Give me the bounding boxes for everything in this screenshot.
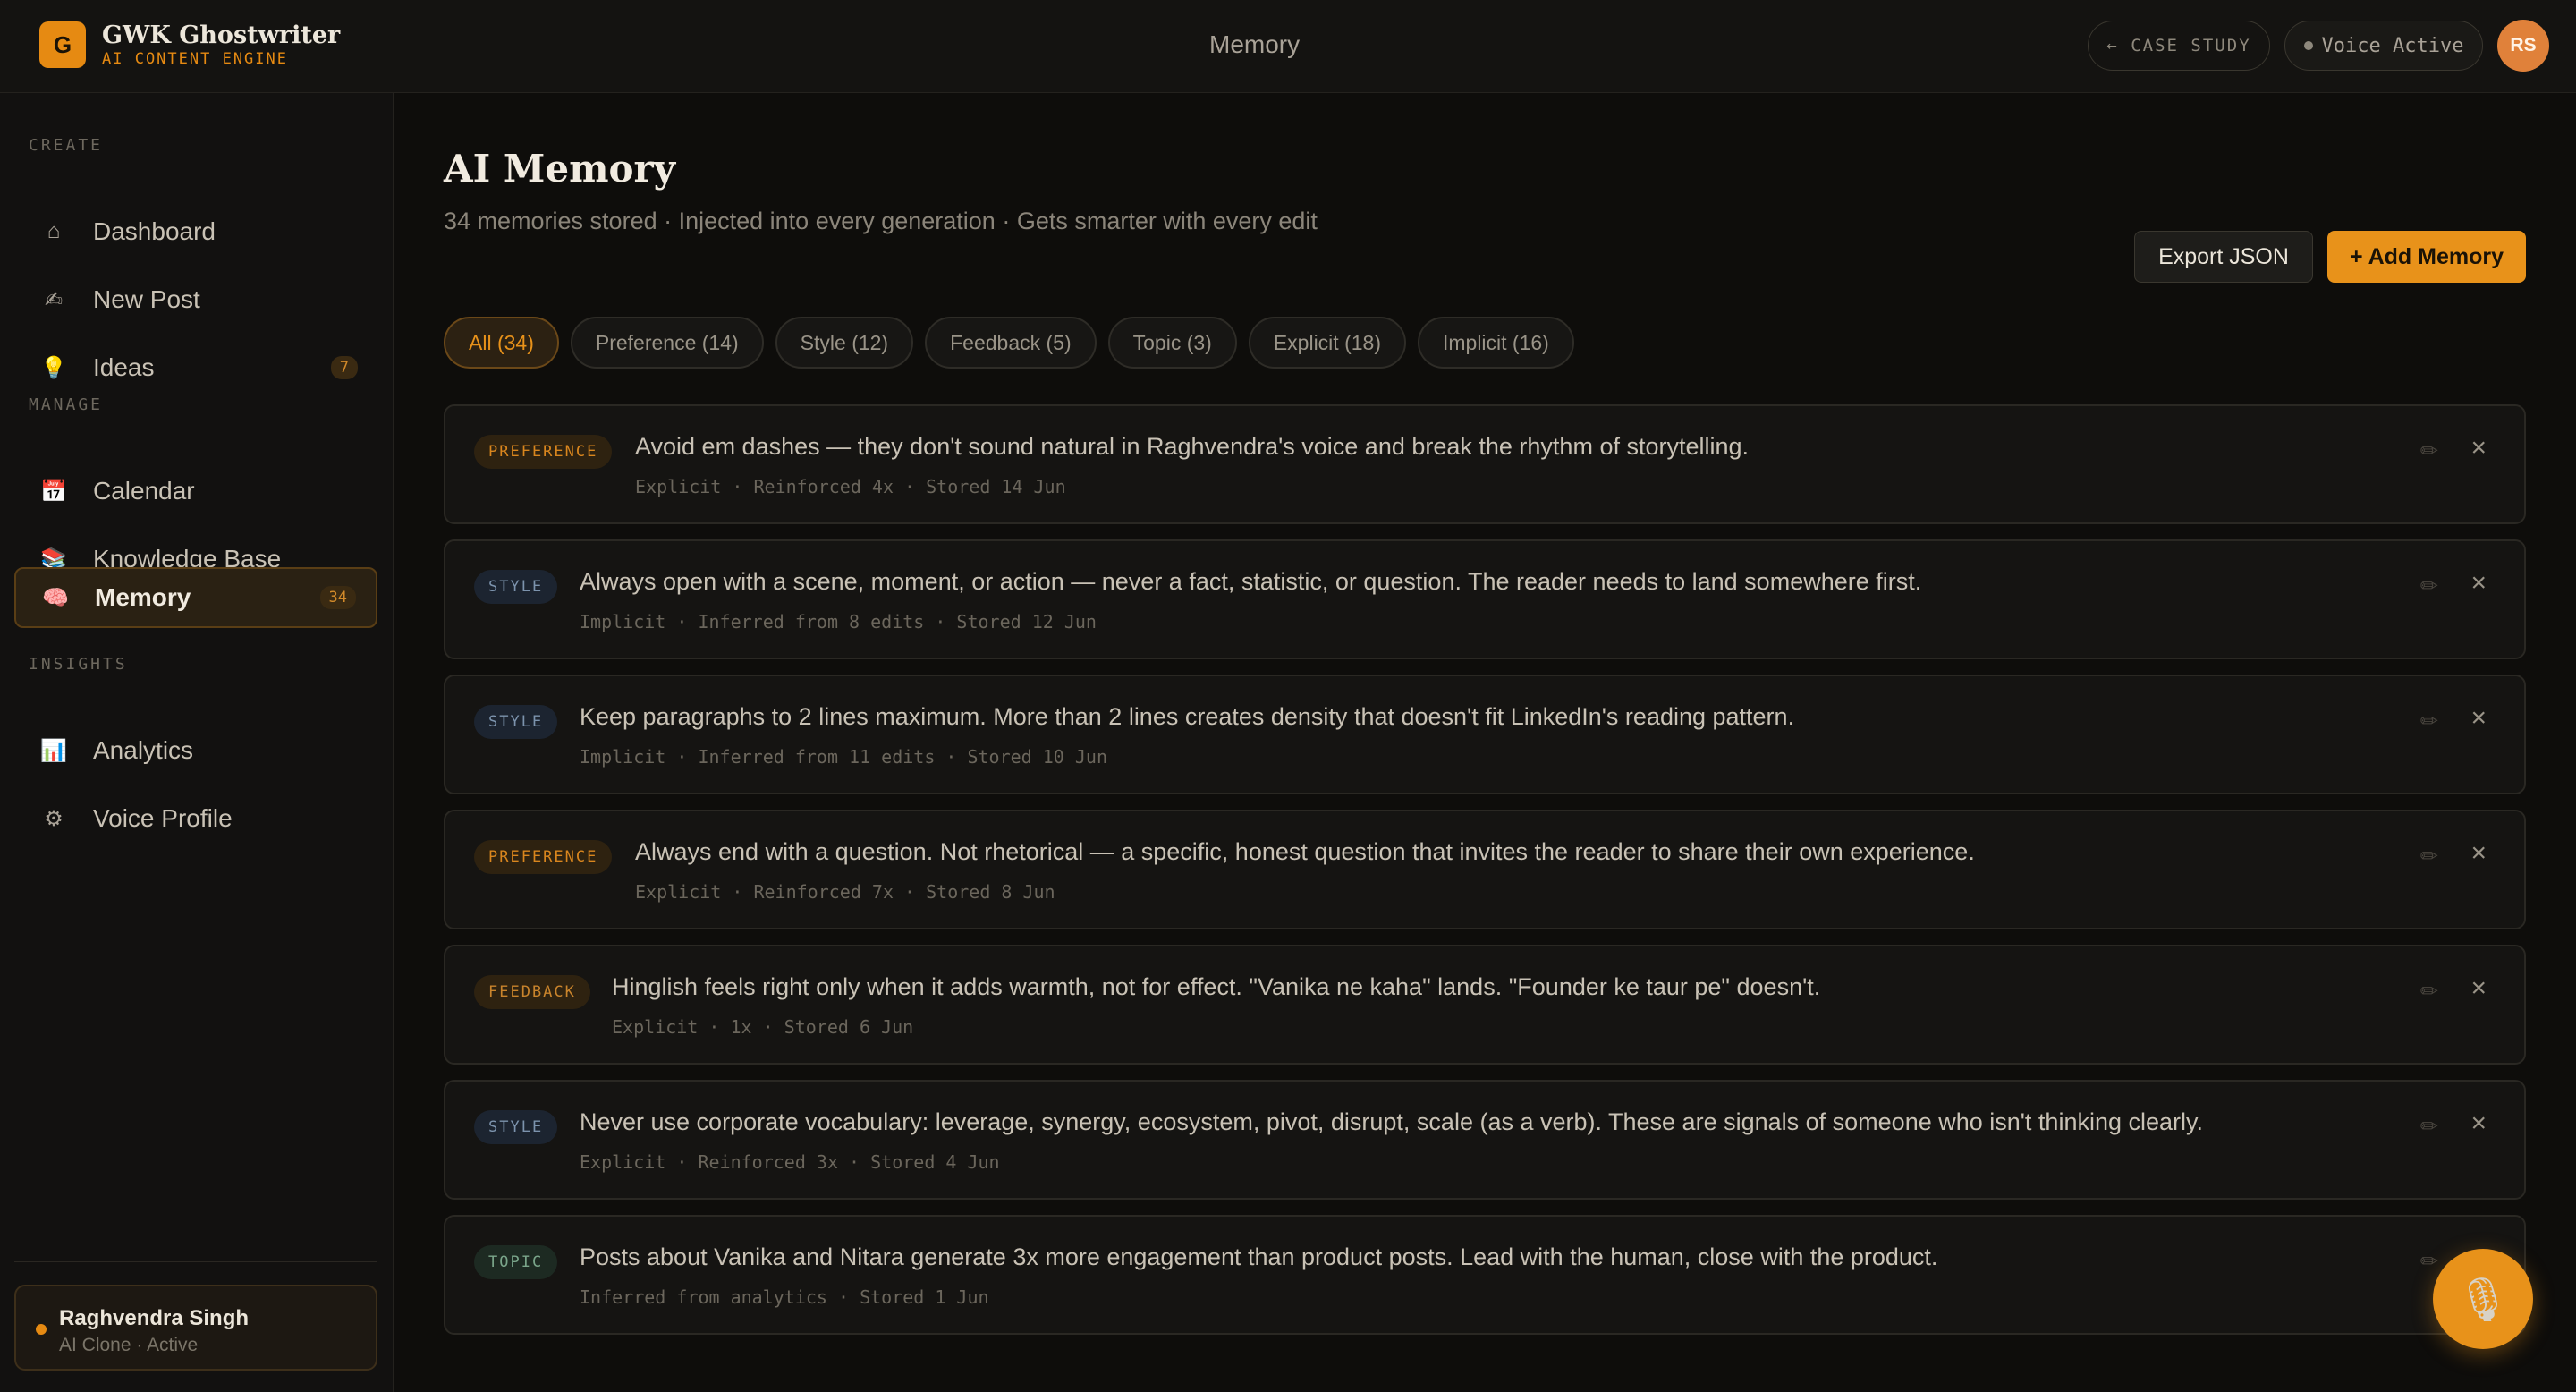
delete-close-icon[interactable]: × xyxy=(2470,838,2487,869)
filter-chip-topic[interactable]: Topic (3) xyxy=(1107,317,1237,369)
brain-icon: 🧠 xyxy=(42,585,69,610)
memory-meta: Implicit · Inferred from 8 edits · Store… xyxy=(580,611,1097,632)
memory-text: Hinglish feels right only when it adds w… xyxy=(612,973,1821,1000)
section-label-insights: INSIGHTS xyxy=(29,655,128,674)
edit-pencil-icon[interactable]: ✏ xyxy=(2420,1249,2438,1275)
filter-chip-explicit[interactable]: Explicit (18) xyxy=(1248,317,1406,369)
delete-close-icon[interactable]: × xyxy=(2470,568,2487,598)
memory-card[interactable]: FEEDBACK Hinglish feels right only when … xyxy=(444,945,2526,1065)
edit-pencil-icon[interactable]: ✏ xyxy=(2420,844,2438,870)
edit-pencil-icon[interactable]: ✏ xyxy=(2420,979,2438,1005)
filter-chip-preference[interactable]: Preference (14) xyxy=(570,317,764,369)
sidebar-item-dashboard[interactable]: ⌂ Dashboard xyxy=(14,202,377,261)
sidebar-item-label: New Post xyxy=(93,285,200,313)
app-logo[interactable]: G xyxy=(39,21,86,68)
add-memory-button[interactable]: + Add Memory xyxy=(2327,231,2526,283)
voice-mic-button[interactable]: 🎙 xyxy=(2433,1249,2533,1349)
memory-meta: Implicit · Inferred from 11 edits · Stor… xyxy=(580,746,1108,768)
filter-chip-feedback[interactable]: Feedback (5) xyxy=(925,317,1097,369)
memory-text: Always open with a scene, moment, or act… xyxy=(580,568,1922,595)
edit-pencil-icon[interactable]: ✏ xyxy=(2420,1114,2438,1140)
sidebar-item-calendar[interactable]: 📅 Calendar xyxy=(14,462,377,521)
filter-chip-implicit[interactable]: Implicit (16) xyxy=(1417,317,1574,369)
memory-card[interactable]: PREFERENCE Always end with a question. N… xyxy=(444,810,2526,929)
memory-card[interactable]: STYLE Keep paragraphs to 2 lines maximum… xyxy=(444,675,2526,794)
delete-close-icon[interactable]: × xyxy=(2470,703,2487,734)
divider xyxy=(14,1261,377,1262)
count-badge: 34 xyxy=(319,586,356,609)
page-title: AI Memory xyxy=(444,147,676,191)
page-header-title: Memory xyxy=(1209,30,1301,58)
delete-close-icon[interactable]: × xyxy=(2470,1108,2487,1139)
voice-status-pill[interactable]: Voice Active xyxy=(2284,21,2483,71)
memory-type-tag: TOPIC xyxy=(474,1245,558,1279)
memory-type-tag: STYLE xyxy=(474,570,558,604)
memory-text: Avoid em dashes — they don't sound natur… xyxy=(635,433,1750,460)
filter-chip-all[interactable]: All (34) xyxy=(444,317,559,369)
memory-card[interactable]: PREFERENCE Avoid em dashes — they don't … xyxy=(444,404,2526,524)
online-dot-icon xyxy=(36,1324,47,1335)
writing-hand-icon: ✍ xyxy=(44,287,64,312)
user-name: Raghvendra Singh xyxy=(59,1306,250,1330)
sidebar-item-ideas[interactable]: 💡 Ideas 7 xyxy=(14,338,377,397)
memory-meta: Explicit · 1x · Stored 6 Jun xyxy=(612,1016,914,1038)
delete-close-icon[interactable]: × xyxy=(2470,433,2487,463)
sidebar-item-label: Voice Profile xyxy=(93,804,233,832)
filter-chip-style[interactable]: Style (12) xyxy=(775,317,914,369)
memory-card[interactable]: STYLE Never use corporate vocabulary: le… xyxy=(444,1080,2526,1200)
app-name: GWK Ghostwriter xyxy=(102,21,341,49)
section-label-manage: MANAGE xyxy=(29,395,104,414)
memory-card[interactable]: STYLE Always open with a scene, moment, … xyxy=(444,539,2526,659)
sidebar-item-label: Memory xyxy=(95,583,191,611)
memory-card[interactable]: TOPIC Posts about Vanika and Nitara gene… xyxy=(444,1215,2526,1335)
sidebar: CREATE ⌂ Dashboard ✍ New Post 💡 Ideas 7 … xyxy=(0,93,394,1392)
memory-text: Posts about Vanika and Nitara generate 3… xyxy=(580,1243,1938,1270)
edit-pencil-icon[interactable]: ✏ xyxy=(2420,438,2438,464)
user-status: AI Clone · Active xyxy=(59,1335,199,1355)
memory-meta: Explicit · Reinforced 3x · Stored 4 Jun xyxy=(580,1151,1000,1173)
memory-text: Always end with a question. Not rhetoric… xyxy=(635,838,1975,865)
page-subtitle: 34 memories stored · Injected into every… xyxy=(444,208,1318,234)
sidebar-item-label: Dashboard xyxy=(93,217,216,245)
memory-type-tag: FEEDBACK xyxy=(474,975,590,1009)
count-badge: 7 xyxy=(330,356,358,379)
home-icon: ⌂ xyxy=(47,219,61,243)
edit-pencil-icon[interactable]: ✏ xyxy=(2420,709,2438,734)
delete-close-icon[interactable]: × xyxy=(2470,973,2487,1004)
filter-bar: All (34) Preference (14) Style (12) Feed… xyxy=(444,317,1574,369)
export-json-button[interactable]: Export JSON xyxy=(2134,231,2313,283)
sidebar-item-label: Ideas xyxy=(93,353,155,381)
status-dot-icon xyxy=(2303,41,2313,50)
avatar[interactable]: RS xyxy=(2497,20,2549,72)
sidebar-item-new-post[interactable]: ✍ New Post xyxy=(14,270,377,329)
voice-status-label: Voice Active xyxy=(2321,34,2464,57)
section-label-create: CREATE xyxy=(29,136,104,155)
memory-meta: Explicit · Reinforced 4x · Stored 14 Jun xyxy=(635,476,1066,497)
sidebar-item-analytics[interactable]: 📊 Analytics xyxy=(14,721,377,780)
edit-pencil-icon[interactable]: ✏ xyxy=(2420,573,2438,599)
memory-type-tag: STYLE xyxy=(474,705,558,739)
user-profile-card[interactable]: Raghvendra Singh AI Clone · Active xyxy=(14,1285,377,1371)
sidebar-item-memory[interactable]: 🧠 Memory 34 xyxy=(14,567,377,628)
sidebar-item-label: Analytics xyxy=(93,736,194,764)
microphone-icon: 🎙 xyxy=(2455,1276,2511,1324)
memory-meta: Explicit · Reinforced 7x · Stored 8 Jun xyxy=(635,881,1055,903)
gear-icon: ⚙ xyxy=(44,806,64,831)
calendar-icon: 📅 xyxy=(40,479,67,504)
bar-chart-icon: 📊 xyxy=(40,738,67,763)
memory-type-tag: STYLE xyxy=(474,1110,558,1144)
memory-type-tag: PREFERENCE xyxy=(474,840,613,874)
sidebar-item-voice-profile[interactable]: ⚙ Voice Profile xyxy=(14,789,377,848)
sidebar-item-label: Calendar xyxy=(93,477,195,505)
memory-type-tag: PREFERENCE xyxy=(474,435,613,469)
case-study-button[interactable]: ← CASE STUDY xyxy=(2088,21,2270,71)
app-tagline: AI CONTENT ENGINE xyxy=(102,50,288,68)
lightbulb-icon: 💡 xyxy=(40,355,67,380)
top-bar: G GWK Ghostwriter AI CONTENT ENGINE Memo… xyxy=(0,0,2576,93)
memory-meta: Inferred from analytics · Stored 1 Jun xyxy=(580,1286,989,1308)
memory-text: Keep paragraphs to 2 lines maximum. More… xyxy=(580,703,1795,730)
memory-text: Never use corporate vocabulary: leverage… xyxy=(580,1108,2204,1135)
